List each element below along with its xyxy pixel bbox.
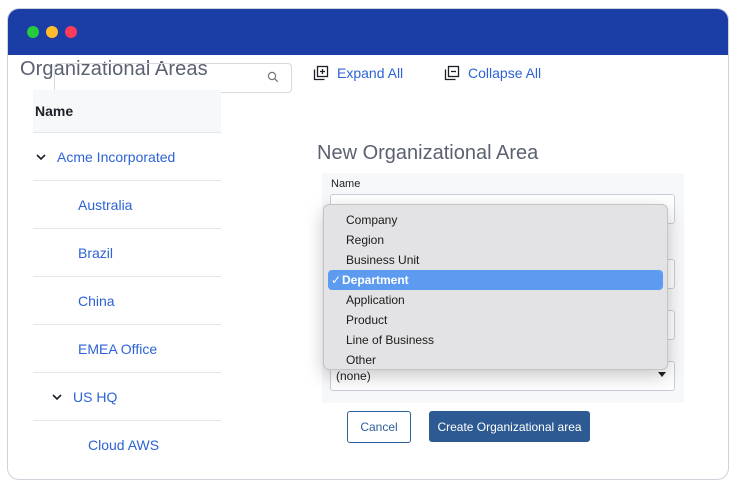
dropdown-option-label: Department: [342, 273, 409, 287]
form-title: New Organizational Area: [317, 142, 539, 164]
tree-item-china[interactable]: China: [33, 277, 221, 325]
collapse-all-button[interactable]: Collapse All: [444, 62, 541, 84]
collapse-all-label: Collapse All: [468, 65, 542, 81]
tree-item-label: China: [78, 292, 115, 309]
checkmark-icon: ✓: [331, 273, 342, 287]
window-red-button[interactable]: [65, 26, 77, 38]
tree-item-acme[interactable]: Acme Incorporated: [33, 133, 221, 181]
dropdown-option-other[interactable]: Other: [328, 350, 663, 370]
search-icon: [267, 71, 279, 83]
dropdown-option-application[interactable]: Application: [328, 290, 663, 310]
expand-all-label: Expand All: [337, 65, 404, 81]
tree-item-us-hq[interactable]: US HQ: [33, 373, 221, 421]
title-bar: [8, 9, 728, 55]
chevron-down-icon[interactable]: [35, 151, 47, 163]
tree-item-australia[interactable]: Australia: [33, 181, 221, 229]
cancel-button[interactable]: Cancel: [347, 411, 411, 443]
dropdown-option-line-of-business[interactable]: Line of Business: [328, 330, 663, 350]
tree-item-cloud-aws[interactable]: Cloud AWS: [33, 421, 221, 468]
window-yellow-button[interactable]: [46, 26, 58, 38]
tree-item-label: US HQ: [73, 388, 118, 405]
expand-icon: [313, 65, 329, 81]
tree-item-emea-office[interactable]: EMEA Office: [33, 325, 221, 373]
name-label: Name: [331, 178, 361, 190]
tree-item-label: EMEA Office: [78, 340, 158, 357]
dropdown-option-region[interactable]: Region: [328, 230, 663, 250]
dropdown-option-product[interactable]: Product: [328, 310, 663, 330]
parent-select-value: (none): [336, 369, 371, 383]
expand-all-button[interactable]: Expand All: [313, 62, 403, 84]
tree-item-label: Brazil: [78, 244, 114, 261]
tree-item-label: Acme Incorporated: [57, 148, 176, 165]
dropdown-option-department[interactable]: ✓ Department: [328, 270, 663, 290]
create-organizational-area-button[interactable]: Create Organizational area: [429, 411, 590, 442]
window-green-button[interactable]: [27, 26, 39, 38]
dropdown-option-company[interactable]: Company: [328, 210, 663, 230]
tree-item-label: Cloud AWS: [88, 436, 160, 453]
tree-header-name: Name: [33, 90, 221, 133]
tree-item-brazil[interactable]: Brazil: [33, 229, 221, 277]
caret-down-icon: [658, 372, 666, 377]
type-dropdown-menu: Company Region Business Unit ✓ Departmen…: [323, 204, 668, 370]
chevron-down-icon[interactable]: [51, 391, 63, 403]
org-tree: Name Acme Incorporated Australia Brazil …: [33, 90, 221, 468]
search-input[interactable]: [54, 63, 292, 93]
collapse-icon: [444, 65, 460, 81]
tree-item-label: Australia: [78, 196, 133, 213]
dropdown-option-business-unit[interactable]: Business Unit: [328, 250, 663, 270]
